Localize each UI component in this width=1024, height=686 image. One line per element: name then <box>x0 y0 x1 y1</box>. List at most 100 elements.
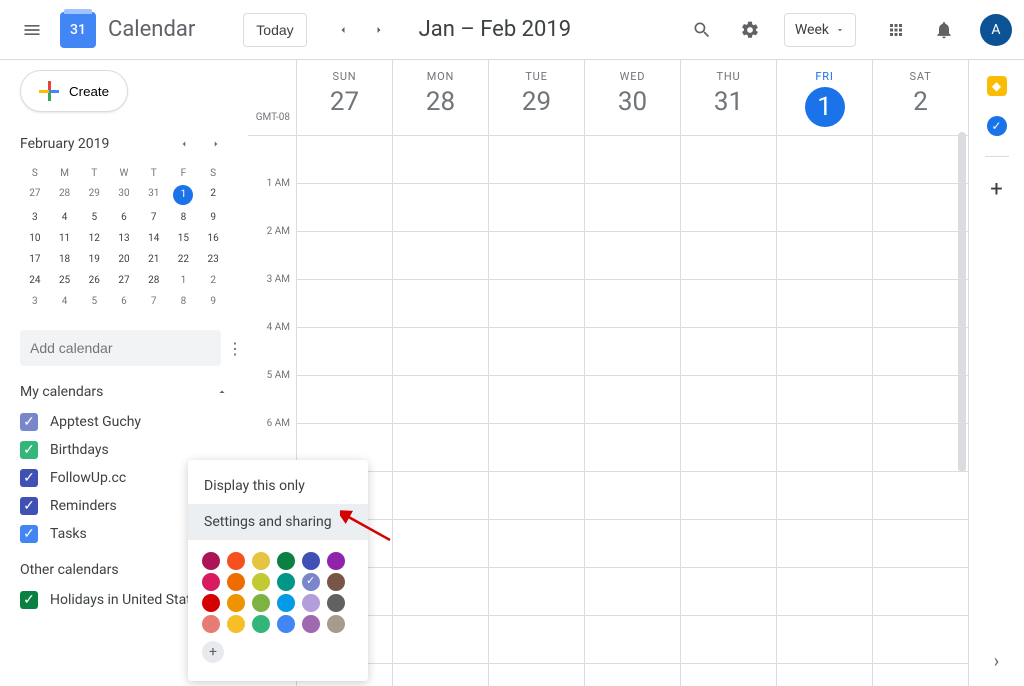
hour-cell[interactable] <box>393 472 488 520</box>
color-swatch[interactable] <box>327 552 345 570</box>
color-swatch[interactable] <box>202 573 220 591</box>
color-swatch[interactable] <box>202 552 220 570</box>
add-calendar-more-icon[interactable]: ⋮ <box>227 336 243 360</box>
next-period-button[interactable] <box>363 14 395 46</box>
hide-side-panel-icon[interactable]: › <box>994 651 999 672</box>
color-swatch[interactable] <box>252 615 270 633</box>
hour-cell[interactable] <box>873 472 968 520</box>
hour-cell[interactable] <box>681 328 776 376</box>
mini-day[interactable]: 29 <box>79 183 109 207</box>
hour-cell[interactable] <box>777 136 872 184</box>
get-addons-icon[interactable]: + <box>990 177 1002 202</box>
today-button[interactable]: Today <box>243 13 306 47</box>
mini-day[interactable]: 13 <box>109 228 139 249</box>
hour-cell[interactable] <box>585 520 680 568</box>
main-menu-icon[interactable] <box>12 10 52 50</box>
mini-day[interactable]: 3 <box>20 207 50 228</box>
mini-day[interactable]: 21 <box>139 249 169 270</box>
hour-cell[interactable] <box>489 472 584 520</box>
hour-cell[interactable] <box>393 328 488 376</box>
mini-day[interactable]: 30 <box>109 183 139 207</box>
mini-day[interactable]: 20 <box>109 249 139 270</box>
create-button[interactable]: Create <box>20 70 128 112</box>
color-swatch[interactable] <box>302 573 320 591</box>
hour-cell[interactable] <box>585 376 680 424</box>
mini-day[interactable]: 19 <box>79 249 109 270</box>
mini-day[interactable]: 18 <box>50 249 80 270</box>
color-swatch[interactable] <box>327 573 345 591</box>
mini-prev-month[interactable] <box>172 132 196 156</box>
mini-day[interactable]: 24 <box>20 270 50 291</box>
day-header[interactable]: THU31 <box>680 60 776 135</box>
hour-cell[interactable] <box>585 472 680 520</box>
hour-cell[interactable] <box>585 328 680 376</box>
hour-cell[interactable] <box>777 376 872 424</box>
day-column[interactable] <box>584 136 680 686</box>
hour-cell[interactable] <box>777 520 872 568</box>
day-column[interactable] <box>488 136 584 686</box>
mini-day[interactable]: 26 <box>79 270 109 291</box>
mini-day[interactable]: 7 <box>139 207 169 228</box>
hour-cell[interactable] <box>393 280 488 328</box>
hour-cell[interactable] <box>489 184 584 232</box>
mini-day[interactable]: 17 <box>20 249 50 270</box>
hour-cell[interactable] <box>489 424 584 472</box>
hour-cell[interactable] <box>681 568 776 616</box>
day-column[interactable] <box>392 136 488 686</box>
hour-cell[interactable] <box>489 280 584 328</box>
hour-cell[interactable] <box>393 184 488 232</box>
hour-cell[interactable] <box>873 136 968 184</box>
color-swatch[interactable] <box>202 615 220 633</box>
calendar-item[interactable]: ✓Apptest Guchy <box>20 408 228 436</box>
mini-day[interactable]: 10 <box>20 228 50 249</box>
hour-cell[interactable] <box>777 472 872 520</box>
mini-day[interactable]: 8 <box>169 207 199 228</box>
color-swatch[interactable] <box>252 594 270 612</box>
hour-cell[interactable] <box>393 520 488 568</box>
hour-cell[interactable] <box>297 184 392 232</box>
hour-cell[interactable] <box>393 664 488 686</box>
menu-display-only[interactable]: Display this only <box>188 468 368 504</box>
hour-cell[interactable] <box>777 664 872 686</box>
scrollbar[interactable] <box>958 132 966 472</box>
hour-cell[interactable] <box>297 328 392 376</box>
hour-cell[interactable] <box>489 232 584 280</box>
mini-day[interactable]: 31 <box>139 183 169 207</box>
mini-day[interactable]: 4 <box>50 207 80 228</box>
hour-cell[interactable] <box>585 616 680 664</box>
mini-day[interactable]: 28 <box>50 183 80 207</box>
mini-day[interactable]: 2 <box>198 183 228 207</box>
hour-cell[interactable] <box>585 184 680 232</box>
hour-cell[interactable] <box>393 136 488 184</box>
add-calendar-input[interactable] <box>20 330 221 366</box>
hour-cell[interactable] <box>873 424 968 472</box>
mini-day[interactable]: 5 <box>79 207 109 228</box>
mini-day[interactable]: 27 <box>20 183 50 207</box>
mini-day[interactable]: 9 <box>198 207 228 228</box>
hour-cell[interactable] <box>777 328 872 376</box>
mini-day[interactable]: 27 <box>109 270 139 291</box>
hour-cell[interactable] <box>393 376 488 424</box>
hour-cell[interactable] <box>777 568 872 616</box>
mini-next-month[interactable] <box>204 132 228 156</box>
hour-cell[interactable] <box>777 424 872 472</box>
hour-cell[interactable] <box>393 232 488 280</box>
day-header[interactable]: WED30 <box>584 60 680 135</box>
calendar-checkbox[interactable]: ✓ <box>20 441 38 459</box>
day-header[interactable]: SUN27 <box>296 60 392 135</box>
hour-cell[interactable] <box>681 184 776 232</box>
hour-cell[interactable] <box>489 616 584 664</box>
prev-period-button[interactable] <box>327 14 359 46</box>
hour-cell[interactable] <box>489 376 584 424</box>
mini-day[interactable]: 2 <box>198 270 228 291</box>
color-swatch[interactable] <box>227 594 245 612</box>
hour-cell[interactable] <box>585 136 680 184</box>
mini-day[interactable]: 1 <box>173 185 193 205</box>
hour-cell[interactable] <box>777 280 872 328</box>
hour-cell[interactable] <box>297 376 392 424</box>
calendar-checkbox[interactable]: ✓ <box>20 413 38 431</box>
mini-day[interactable]: 4 <box>50 291 80 312</box>
calendar-checkbox[interactable]: ✓ <box>20 591 38 609</box>
mini-day[interactable]: 12 <box>79 228 109 249</box>
hour-cell[interactable] <box>393 616 488 664</box>
